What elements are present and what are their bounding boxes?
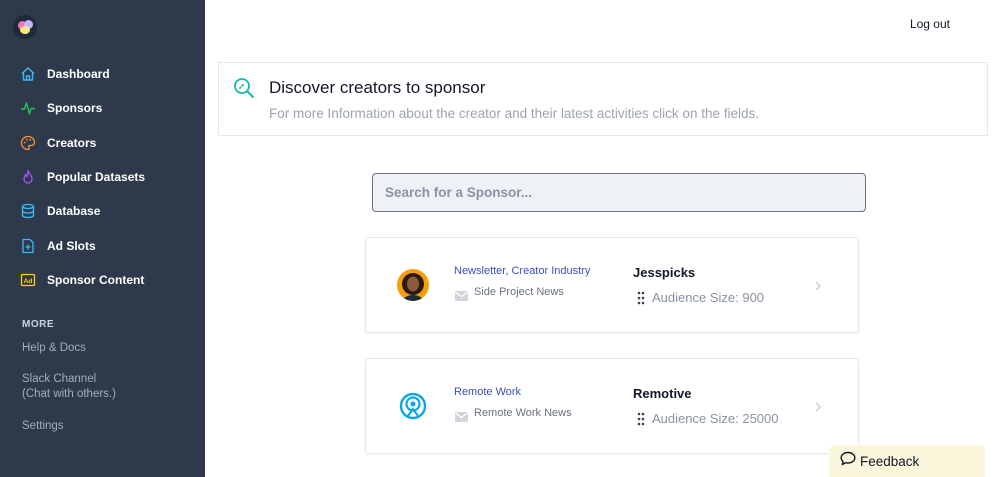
creator-name: Remotive xyxy=(633,386,692,401)
sidebar-item-label: Sponsors xyxy=(47,101,103,116)
sidebar-item-database[interactable]: Database xyxy=(0,194,205,228)
creator-card[interactable]: Remote Work Remote Work News Remotive Au… xyxy=(365,358,859,454)
fire-icon xyxy=(20,169,36,185)
page-title: Discover creators to sponsor xyxy=(269,78,486,97)
avatar xyxy=(397,390,429,422)
slack-channel-link[interactable]: Slack Channel (Chat with others.) xyxy=(22,372,116,402)
more-section-title: MORE xyxy=(22,319,54,330)
sidebar-item-label: Ad Slots xyxy=(47,238,96,253)
sidebar-item-label: Database xyxy=(47,204,101,219)
chevron-right-icon xyxy=(814,279,822,291)
sidebar: Dashboard Sponsors Creators Popular Data… xyxy=(0,0,205,477)
document-plus-icon xyxy=(20,238,36,254)
sidebar-item-sponsors[interactable]: Sponsors xyxy=(0,91,205,125)
avatar xyxy=(397,269,429,301)
slack-channel-sublabel: (Chat with others.) xyxy=(22,388,116,400)
chat-bubble-icon xyxy=(840,451,856,471)
creator-card[interactable]: Newsletter, Creator Industry Side Projec… xyxy=(365,237,859,333)
main-content: Discover creators to sponsor For more In… xyxy=(205,50,1000,477)
sidebar-item-label: Creators xyxy=(47,135,97,150)
audience-size: Audience Size: 25000 xyxy=(652,411,779,426)
sidebar-item-label: Popular Datasets xyxy=(47,170,146,185)
help-docs-link[interactable]: Help & Docs xyxy=(22,341,86,356)
top-bar: Log out xyxy=(205,0,1000,50)
pulse-icon xyxy=(20,100,36,116)
palette-icon xyxy=(20,135,36,151)
creator-category: Newsletter, Creator Industry xyxy=(454,265,591,277)
ad-icon: Ad xyxy=(20,272,36,288)
sidebar-item-dashboard[interactable]: Dashboard xyxy=(0,57,205,91)
sidebar-item-label: Dashboard xyxy=(47,67,110,82)
sidebar-item-sponsor-content[interactable]: Ad Sponsor Content xyxy=(0,263,205,297)
chevron-right-icon xyxy=(814,400,822,412)
svg-text:Ad: Ad xyxy=(24,278,33,285)
drag-handle-icon xyxy=(637,291,645,305)
sidebar-item-popular-datasets[interactable]: Popular Datasets xyxy=(0,160,205,194)
sidebar-item-ad-slots[interactable]: Ad Slots xyxy=(0,228,205,262)
search-icon xyxy=(233,77,255,99)
app-logo[interactable] xyxy=(13,15,37,39)
sidebar-nav: Dashboard Sponsors Creators Popular Data… xyxy=(0,57,205,297)
slack-channel-label: Slack Channel xyxy=(22,373,97,385)
creator-category: Remote Work xyxy=(454,386,522,398)
sidebar-item-creators[interactable]: Creators xyxy=(0,126,205,160)
drag-handle-icon xyxy=(637,412,645,426)
feedback-label: Feedback xyxy=(860,453,920,469)
feedback-button[interactable]: Feedback xyxy=(829,445,985,477)
sidebar-item-label: Sponsor Content xyxy=(47,272,145,287)
discover-panel: Discover creators to sponsor For more In… xyxy=(218,62,988,136)
database-icon xyxy=(20,203,36,219)
audience-size: Audience Size: 900 xyxy=(652,290,765,305)
logout-button[interactable]: Log out xyxy=(910,17,950,31)
page-subtitle: For more Information about the creator a… xyxy=(269,106,759,121)
creator-name: Jesspicks xyxy=(633,265,696,280)
mail-icon xyxy=(455,409,468,422)
home-icon xyxy=(20,66,36,82)
search-input[interactable] xyxy=(372,173,866,212)
creator-source: Side Project News xyxy=(474,286,564,298)
settings-link[interactable]: Settings xyxy=(22,419,64,434)
creator-source: Remote Work News xyxy=(474,407,572,419)
mail-icon xyxy=(455,288,468,301)
